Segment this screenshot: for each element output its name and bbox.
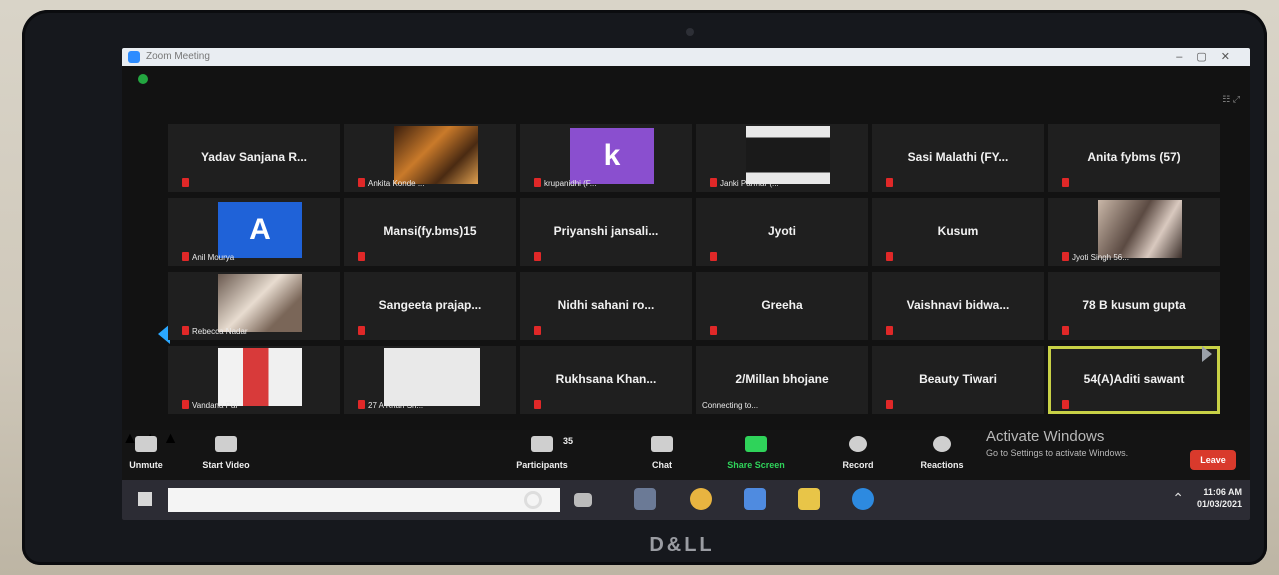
muted-mic-icon [886,400,893,409]
system-tray-chevron-icon[interactable]: ⌃ [1172,490,1184,507]
muted-mic-icon [534,252,541,261]
muted-microphone-icon [135,436,157,452]
muted-mic-icon [1062,326,1069,335]
chat-icon [651,436,673,452]
participant-tile[interactable]: A Anil Mourya [168,198,340,266]
zoom-taskbar-icon[interactable] [634,488,656,510]
video-feed [394,126,478,184]
reactions-button[interactable]: Reactions [912,436,972,470]
leave-button[interactable]: Leave [1190,450,1236,470]
muted-mic-icon [886,252,893,261]
participant-tile[interactable]: Beauty Tiwari [872,346,1044,414]
file-explorer-icon[interactable] [798,488,820,510]
meet-icon[interactable] [744,488,766,510]
taskbar-search-box[interactable] [168,488,560,512]
video-feed [746,126,830,184]
participant-tile[interactable]: Priyanshi jansali... [520,198,692,266]
start-video-button[interactable]: Start Video [186,436,266,470]
edge-icon[interactable] [852,488,874,510]
participant-tile[interactable]: Mansi(fy.bms)15 [344,198,516,266]
participant-tile[interactable]: Janki Parmar (... [696,124,868,192]
muted-mic-icon [182,252,189,261]
window-controls[interactable]: –▢✕ [1176,50,1244,63]
muted-mic-icon [1062,252,1069,261]
muted-mic-icon [534,326,541,335]
participant-tile[interactable]: Kusum [872,198,1044,266]
screen: Zoom Meeting –▢✕ ☷ ⤢ Yadav Sanjana R... … [122,48,1250,520]
muted-mic-icon [182,400,189,409]
participants-icon [531,436,553,452]
chrome-icon[interactable] [690,488,712,510]
muted-mic-icon [358,400,365,409]
windows-start-icon[interactable] [138,492,152,506]
zoom-icon [128,51,140,63]
cortana-icon[interactable] [524,491,542,509]
muted-mic-icon [710,178,717,187]
participant-count: 35 [563,436,574,446]
unmute-button[interactable]: Unmute [122,436,178,470]
avatar: A [218,202,302,258]
video-feed [384,348,480,406]
record-button[interactable]: Record [830,436,886,470]
participant-tile[interactable]: Vaishnavi bidwa... [872,272,1044,340]
share-screen-icon [745,436,767,452]
gallery-view: Yadav Sanjana R... Ankita Konde ... k kr… [158,124,1220,420]
chat-button[interactable]: Chat [640,436,684,470]
share-screen-button[interactable]: Share Screen [714,436,798,470]
participant-tile[interactable]: Jyoti [696,198,868,266]
activate-windows-watermark: Activate Windows Go to Settings to activ… [986,428,1129,458]
participant-tile[interactable]: Yadav Sanjana R... [168,124,340,192]
video-feed [218,274,302,332]
participant-tile[interactable]: Rebecca Nadar [168,272,340,340]
participant-tile[interactable]: Nidhi sahani ro... [520,272,692,340]
participant-tile[interactable]: Greeha [696,272,868,340]
participant-tile[interactable]: Ankita Konde ... [344,124,516,192]
task-view-icon[interactable] [574,493,592,507]
muted-mic-icon [710,326,717,335]
muted-mic-icon [358,326,365,335]
reactions-icon [933,436,951,452]
muted-mic-icon [534,400,541,409]
monitor-bezel: Zoom Meeting –▢✕ ☷ ⤢ Yadav Sanjana R... … [22,10,1267,565]
next-page-arrow-icon[interactable] [1202,346,1212,362]
video-off-icon [215,436,237,452]
record-icon [849,436,867,452]
windows-taskbar: ⌃ 11:06 AM 01/03/2021 [122,480,1250,520]
muted-mic-icon [358,252,365,261]
participant-tile[interactable]: Jyoti Singh 56... [1048,198,1220,266]
muted-mic-icon [710,252,717,261]
participant-tile[interactable]: 78 B kusum gupta [1048,272,1220,340]
participant-tile[interactable]: Anita fybms (57) [1048,124,1220,192]
taskbar-clock[interactable]: 11:06 AM 01/03/2021 [1197,486,1242,510]
muted-mic-icon [534,178,541,187]
muted-mic-icon [886,178,893,187]
muted-mic-icon [1062,400,1069,409]
participant-tile[interactable]: Vandana Pal [168,346,340,414]
dell-logo: D&LL [649,534,715,556]
participant-tile[interactable]: Rukhsana Khan... [520,346,692,414]
window-title: Zoom Meeting [146,51,210,62]
video-feed [1098,200,1182,258]
muted-mic-icon [886,326,893,335]
video-feed [218,348,302,406]
participant-tile[interactable]: Sasi Malathi (FY... [872,124,1044,192]
muted-mic-icon [1062,178,1069,187]
muted-mic-icon [358,178,365,187]
view-toggle-icon[interactable]: ☷ ⤢ [1222,94,1240,105]
participant-tile[interactable]: 2/Millan bhojane Connecting to... [696,346,868,414]
window-title-bar: Zoom Meeting –▢✕ [122,48,1250,66]
avatar: k [570,128,654,184]
webcam-dot [686,28,694,36]
participant-tile[interactable]: k krupanidhi (F... [520,124,692,192]
participant-tile-active-speaker[interactable]: 54(A)Aditi sawant [1048,346,1220,414]
participant-tile[interactable]: Sangeeta prajap... [344,272,516,340]
muted-mic-icon [182,326,189,335]
muted-mic-icon [182,178,189,187]
encryption-shield-icon[interactable] [138,74,148,84]
participant-tile[interactable]: 27 A Khan Sh... [344,346,516,414]
